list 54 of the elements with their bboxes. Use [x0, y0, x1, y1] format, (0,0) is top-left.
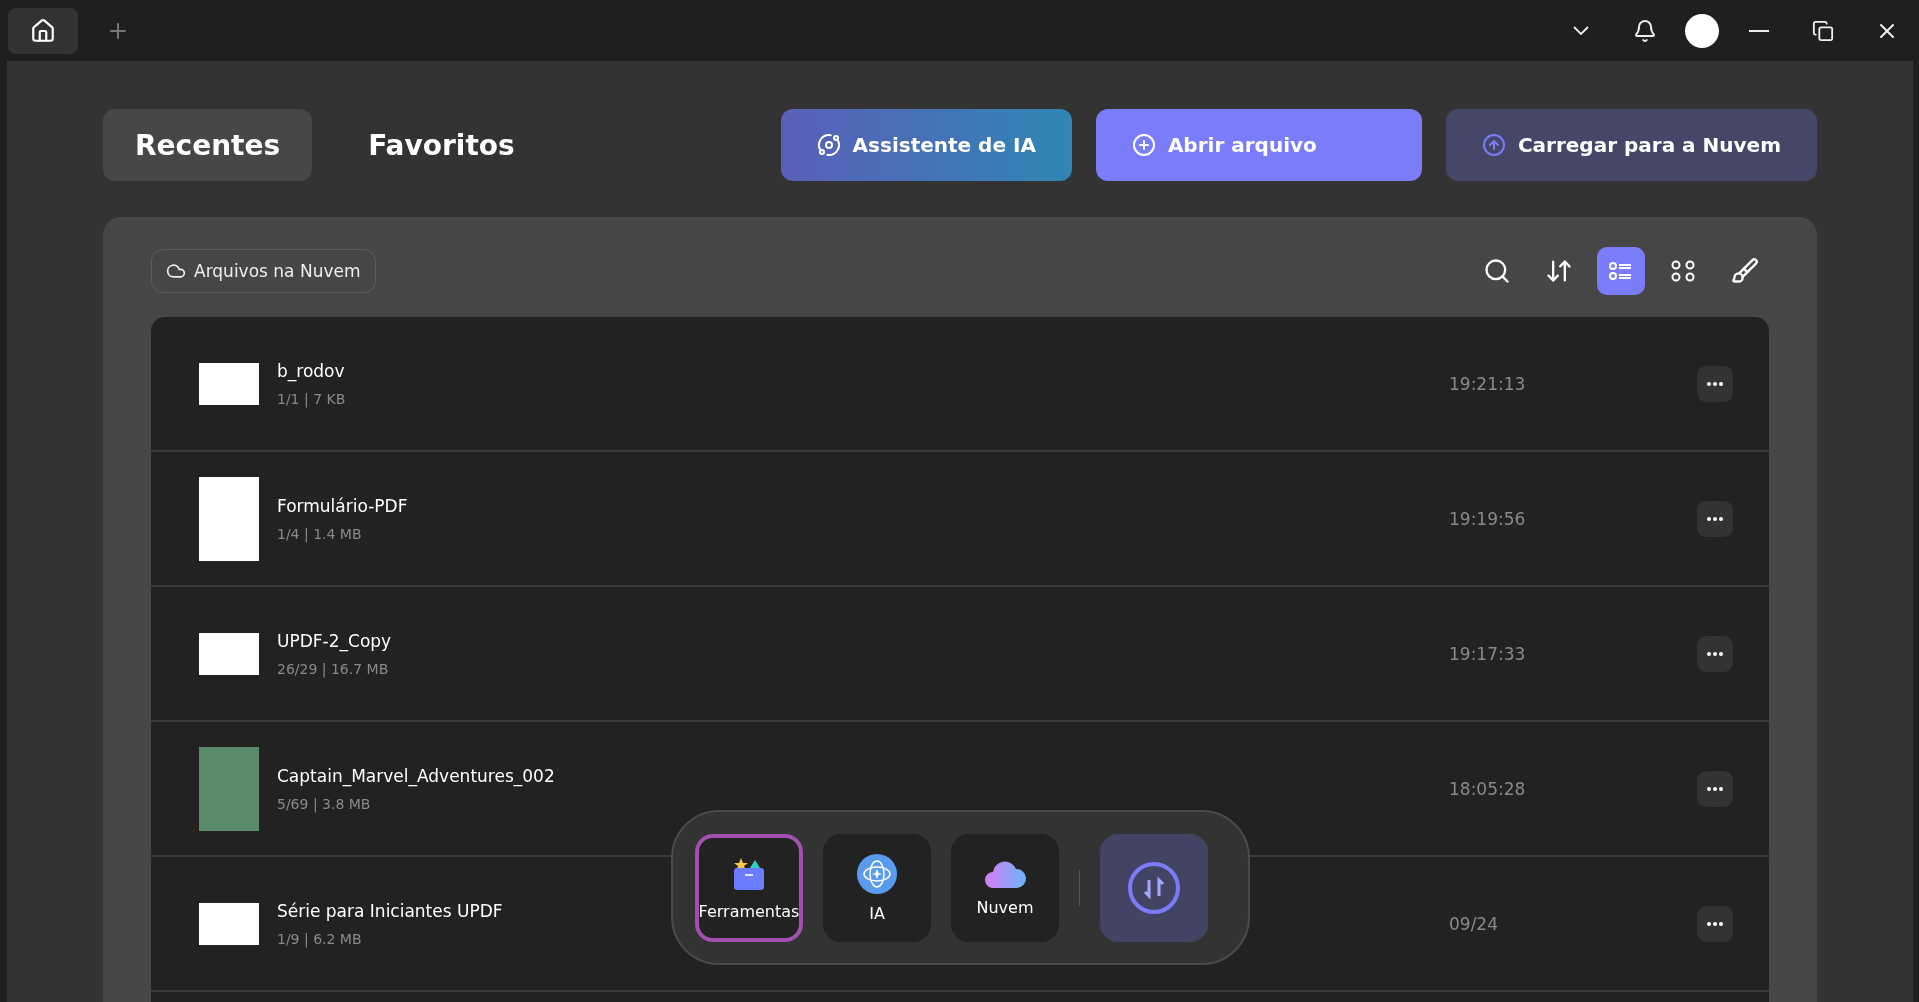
file-thumbnail: [199, 632, 259, 675]
orbit-icon: [855, 852, 899, 896]
ai-icon: [816, 133, 841, 157]
upload-icon: [1481, 133, 1506, 157]
file-meta: 26/29 | 16.7 MB: [277, 660, 389, 677]
more-button[interactable]: [1697, 770, 1733, 807]
search-icon: [1483, 257, 1511, 285]
plus-circle-icon: [1131, 133, 1156, 157]
file-name[interactable]: Captain_Marvel_Adventures_002: [277, 765, 555, 786]
view-toggle[interactable]: [1597, 247, 1645, 295]
more-icon: [1707, 651, 1723, 656]
chevron-down-icon: [1573, 26, 1589, 35]
home-icon: [30, 17, 56, 44]
file-time: 18:05:28: [1449, 778, 1527, 799]
file-meta: 5/69 | 3.8 MB: [277, 795, 371, 812]
sync-icon: [1126, 859, 1182, 916]
file-meta: 1/4 | 1.4 MB: [277, 525, 362, 542]
more-button[interactable]: [1697, 500, 1733, 537]
more-button[interactable]: [1697, 905, 1733, 942]
dock-button[interactable]: IA: [823, 833, 931, 942]
dock-button[interactable]: Ferramentas: [695, 833, 803, 942]
bell-icon: [1633, 18, 1657, 43]
file-time: 09/24: [1449, 913, 1499, 934]
file-time: 19:17:33: [1449, 643, 1527, 664]
home-tab[interactable]: [8, 7, 78, 54]
more-button[interactable]: [1697, 365, 1733, 402]
dock-button[interactable]: [1100, 833, 1208, 942]
file-thumbnail: [199, 362, 259, 405]
more-icon: [1707, 921, 1723, 926]
dock-button[interactable]: Nuvem: [951, 833, 1059, 942]
ai-assistant-button[interactable]: Assistente de IA: [780, 109, 1072, 181]
restore-icon: [1812, 19, 1834, 42]
file-name[interactable]: UPDF-2_Copy: [277, 630, 392, 651]
more-icon: [1707, 786, 1723, 791]
grid-icon: [1670, 258, 1696, 284]
file-name[interactable]: Formulário-PDF: [277, 495, 408, 516]
file-time: 19:19:56: [1449, 508, 1527, 529]
upload-button[interactable]: Carregar para a Nuvem: [1445, 109, 1817, 181]
file-thumbnail: [199, 902, 259, 945]
file-meta: 1/1 | 7 KB: [277, 390, 346, 407]
minimize-icon: [1749, 29, 1769, 32]
more-icon: [1707, 516, 1723, 521]
brush-icon: [1731, 257, 1759, 285]
cloud-files-button[interactable]: Arquivos na Nuvem: [151, 249, 376, 293]
file-name[interactable]: Série para Iniciantes UPDF: [277, 900, 503, 921]
file-meta: 1/9 | 6.2 MB: [277, 930, 362, 947]
more-icon: [1707, 381, 1723, 386]
file-time: 19:21:13: [1449, 373, 1527, 394]
tab[interactable]: Recentes: [103, 109, 313, 181]
cloud-icon: [166, 261, 186, 281]
more-button[interactable]: [1697, 635, 1733, 672]
avatar[interactable]: [1685, 13, 1719, 48]
tab[interactable]: Favoritos: [336, 109, 547, 181]
file-name[interactable]: b_rodov: [277, 360, 345, 381]
